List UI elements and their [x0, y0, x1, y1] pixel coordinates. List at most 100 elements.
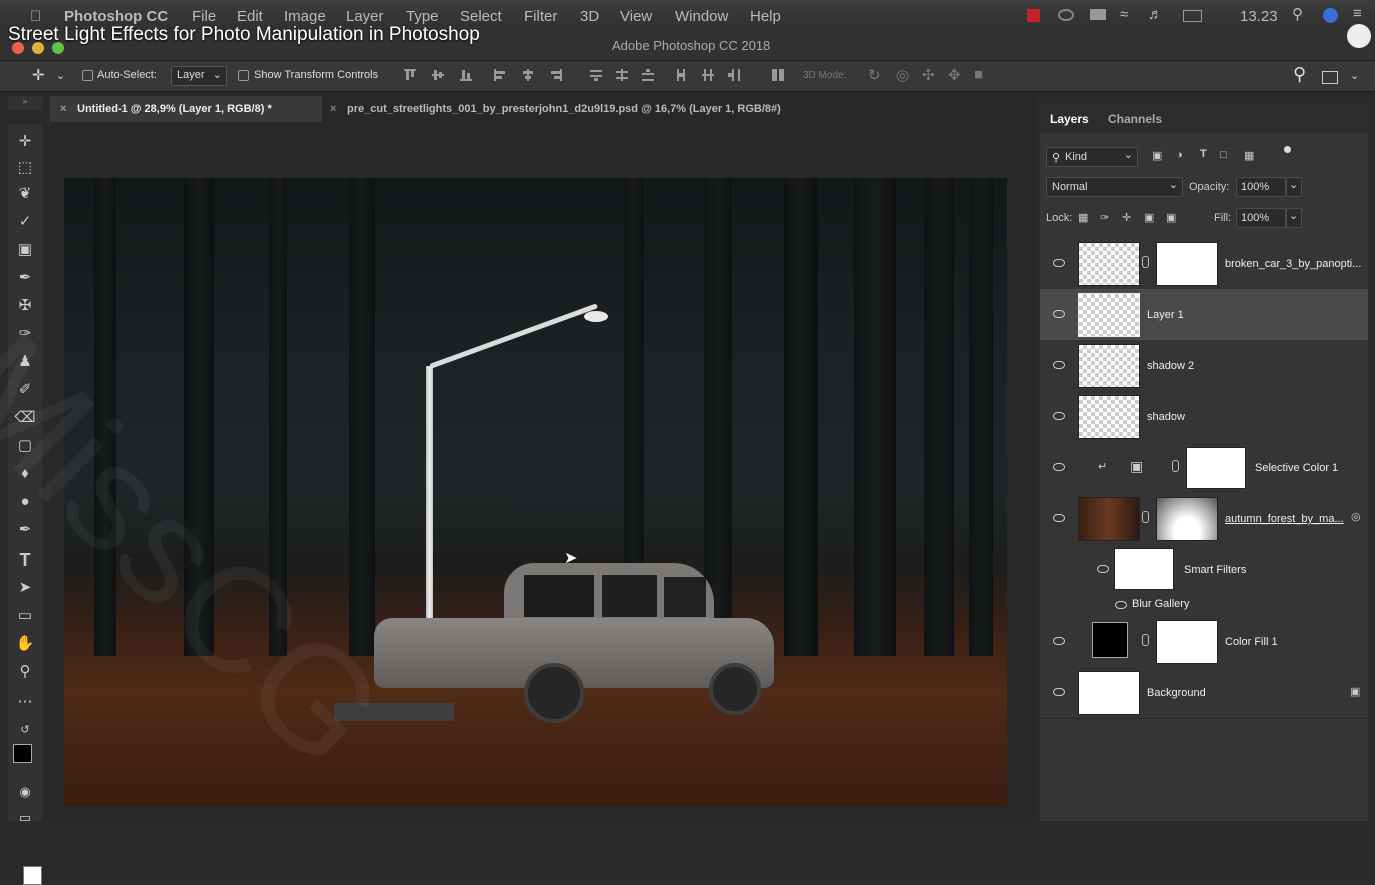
- visibility-eye-icon[interactable]: [1115, 601, 1127, 609]
- layer-layer-1[interactable]: Layer 1: [1040, 289, 1368, 341]
- record-icon[interactable]: [1027, 9, 1040, 22]
- crop-tool-icon[interactable]: ▣: [12, 238, 38, 262]
- layer-name[interactable]: Background: [1147, 687, 1206, 699]
- lock-position-icon[interactable]: ✛: [1122, 211, 1131, 224]
- menu-help[interactable]: Help: [750, 8, 781, 25]
- more-tools-icon[interactable]: ⋯: [12, 690, 38, 714]
- menu-view[interactable]: View: [620, 8, 652, 25]
- display-icon[interactable]: [1090, 9, 1106, 20]
- fill-chevron-icon[interactable]: ⌄: [1286, 208, 1302, 228]
- fill-input[interactable]: 100%: [1236, 208, 1286, 228]
- filter-toggle-icon[interactable]: [1284, 146, 1291, 153]
- align-left-icon[interactable]: [494, 69, 506, 81]
- auto-select-checkbox[interactable]: [82, 70, 93, 81]
- layer-name[interactable]: Color Fill 1: [1225, 636, 1278, 648]
- screen-mode-icon[interactable]: ▭: [12, 806, 38, 830]
- filter-type-icon[interactable]: T: [1200, 148, 1207, 160]
- workspace-icon[interactable]: [1322, 71, 1338, 84]
- layer-mask-thumbnail[interactable]: [1156, 620, 1218, 664]
- layer-mask-thumbnail[interactable]: [1156, 242, 1218, 286]
- visibility-eye-icon[interactable]: [1097, 565, 1109, 573]
- menu-window[interactable]: Window: [675, 8, 728, 25]
- layer-name[interactable]: Selective Color 1: [1255, 462, 1338, 474]
- history-brush-tool-icon[interactable]: ✐: [12, 378, 38, 402]
- visibility-eye-icon[interactable]: [1053, 514, 1065, 522]
- visibility-eye-icon[interactable]: [1053, 310, 1065, 318]
- opacity-chevron-icon[interactable]: ⌄: [1286, 177, 1302, 197]
- clone-stamp-tool-icon[interactable]: ♟: [12, 350, 38, 374]
- layer-broken-car[interactable]: broken_car_3_by_panopti...: [1040, 238, 1368, 290]
- auto-select-dropdown[interactable]: Layer ⌄: [171, 66, 227, 86]
- layer-smart-filters[interactable]: Smart Filters: [1040, 544, 1368, 594]
- wifi-icon[interactable]: ≈: [1120, 6, 1128, 23]
- 3d-roll-icon[interactable]: ◎: [896, 66, 909, 84]
- quick-mask-icon[interactable]: ◉: [12, 780, 38, 804]
- layer-mask-thumbnail[interactable]: [1186, 447, 1246, 489]
- menu-filter[interactable]: Filter: [524, 8, 557, 25]
- hand-tool-icon[interactable]: ✋: [12, 632, 38, 656]
- layer-name[interactable]: Smart Filters: [1184, 564, 1246, 576]
- 3d-orbit-icon[interactable]: ↻: [868, 66, 881, 84]
- watch-later-icon[interactable]: [1347, 24, 1371, 48]
- opacity-input[interactable]: 100%: [1236, 177, 1286, 197]
- 3d-scale-icon[interactable]: ■: [974, 66, 983, 83]
- link-icon[interactable]: [1142, 634, 1149, 646]
- visibility-eye-icon[interactable]: [1053, 361, 1065, 369]
- marquee-tool-icon[interactable]: ⬚: [12, 156, 38, 180]
- filter-pixel-icon[interactable]: ▣: [1152, 149, 1162, 162]
- smart-filter-mask-thumbnail[interactable]: [1114, 548, 1174, 590]
- layer-shadow[interactable]: shadow: [1040, 391, 1368, 443]
- pen-tool-icon[interactable]: ✒: [12, 518, 38, 542]
- path-selection-tool-icon[interactable]: ➤: [12, 576, 38, 600]
- notification-icon[interactable]: ≡: [1353, 5, 1362, 22]
- tab-streetlights-psd[interactable]: × pre_cut_streetlights_001_by_presterjoh…: [322, 96, 922, 122]
- brush-tool-icon[interactable]: ✑: [12, 322, 38, 346]
- filter-shape-icon[interactable]: □: [1220, 149, 1227, 161]
- search-icon[interactable]: ⚲: [1293, 64, 1306, 85]
- visibility-eye-icon[interactable]: [1053, 412, 1065, 420]
- layer-name[interactable]: broken_car_3_by_panopti...: [1225, 258, 1361, 270]
- distribute-vcenter-icon[interactable]: [616, 69, 628, 81]
- visibility-eye-icon[interactable]: [1053, 259, 1065, 267]
- layer-color-fill-1[interactable]: Color Fill 1: [1040, 616, 1368, 668]
- distribute-hcenter-icon[interactable]: [702, 69, 714, 81]
- layer-autumn-forest[interactable]: autumn_forest_by_ma... ◎: [1040, 493, 1368, 545]
- workspace-chevron-icon[interactable]: ⌄: [1350, 69, 1359, 82]
- layer-mask-thumbnail[interactable]: [1156, 497, 1218, 541]
- tab-untitled-1[interactable]: × Untitled-1 @ 28,9% (Layer 1, RGB/8) *: [50, 96, 322, 122]
- menu-3d[interactable]: 3D: [580, 8, 599, 25]
- menu-edit[interactable]: Edit: [237, 8, 263, 25]
- layer-name[interactable]: Layer 1: [1147, 309, 1184, 321]
- align-hcenter-icon[interactable]: [522, 69, 534, 81]
- quick-select-tool-icon[interactable]: ✓: [12, 210, 38, 234]
- layer-background[interactable]: Background ▣: [1040, 667, 1368, 719]
- battery-icon[interactable]: [1183, 10, 1202, 22]
- tool-preset-chevron-icon[interactable]: ⌄: [56, 69, 65, 82]
- filter-kind-dropdown[interactable]: ⚲ Kind ⌄: [1046, 147, 1138, 167]
- align-vcenter-icon[interactable]: [432, 69, 444, 81]
- link-icon[interactable]: [1142, 256, 1149, 268]
- background-color-swatch[interactable]: [23, 866, 42, 885]
- lock-artboard-icon[interactable]: ▣: [1144, 211, 1154, 224]
- eraser-tool-icon[interactable]: ⌫: [12, 406, 38, 430]
- distribute-bottom-icon[interactable]: [642, 69, 654, 81]
- lock-transparency-icon[interactable]: ▦: [1078, 211, 1088, 224]
- lock-all-icon[interactable]: ▣: [1166, 211, 1176, 224]
- lasso-tool-icon[interactable]: ❦: [12, 182, 38, 206]
- close-tab-icon[interactable]: ×: [330, 96, 336, 122]
- foreground-color-swatch[interactable]: [13, 744, 32, 763]
- auto-align-icon[interactable]: [772, 69, 784, 81]
- shape-tool-icon[interactable]: ▭: [12, 604, 38, 628]
- zoom-tool-icon[interactable]: ⚲: [12, 660, 38, 684]
- tab-layers[interactable]: Layers: [1050, 112, 1089, 126]
- align-right-icon[interactable]: [550, 69, 562, 81]
- menu-image[interactable]: Image: [284, 8, 326, 25]
- layer-selective-color-1[interactable]: ↵ ▣ Selective Color 1: [1040, 442, 1368, 494]
- app-menu[interactable]: Photoshop CC: [64, 8, 168, 25]
- layer-blur-gallery[interactable]: Blur Gallery: [1040, 594, 1368, 617]
- visibility-eye-icon[interactable]: [1053, 463, 1065, 471]
- visibility-eye-icon[interactable]: [1053, 688, 1065, 696]
- clock[interactable]: 13.23: [1240, 8, 1278, 25]
- eye-status-icon[interactable]: [1058, 9, 1074, 21]
- lock-pixels-icon[interactable]: ✑: [1100, 211, 1109, 224]
